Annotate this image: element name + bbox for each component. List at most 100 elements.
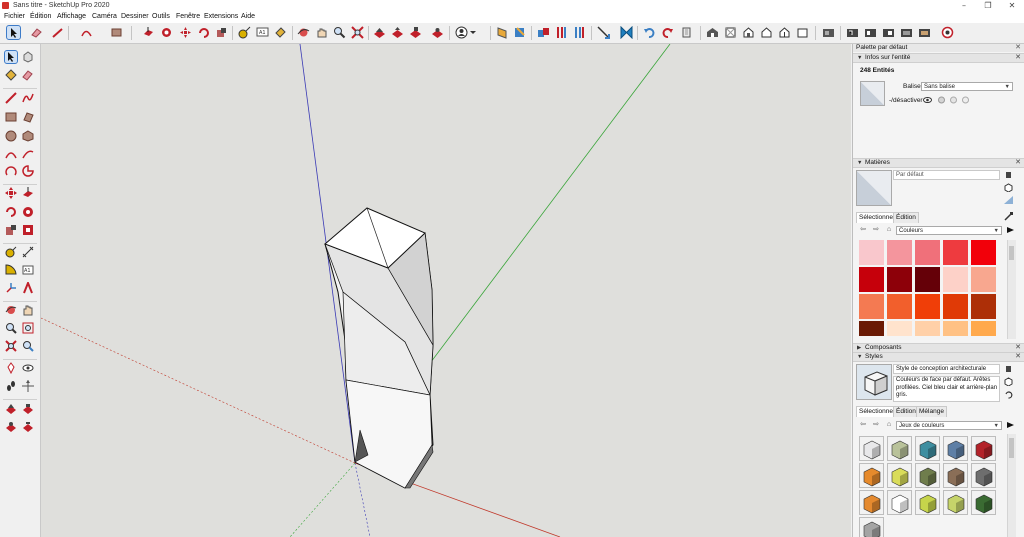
back-arrow-icon[interactable]: ⇦ xyxy=(859,421,867,429)
follow-me-icon[interactable] xyxy=(160,26,173,39)
display-secondary-icon[interactable] xyxy=(1004,365,1013,373)
material-swatch[interactable] xyxy=(887,321,912,336)
freehand-tool-icon[interactable] xyxy=(22,92,34,104)
create-style-icon[interactable] xyxy=(1004,377,1013,387)
iso-view-icon[interactable] xyxy=(706,26,719,39)
create-material-icon[interactable] xyxy=(1004,183,1013,193)
material-swatch[interactable] xyxy=(971,294,996,319)
material-swatch[interactable] xyxy=(915,321,940,336)
right-view-icon[interactable] xyxy=(760,26,773,39)
materials-tab-edit[interactable]: Édition xyxy=(893,212,919,223)
line-tool-icon[interactable] xyxy=(5,92,17,104)
follow-me-icon[interactable] xyxy=(22,206,34,218)
home-icon[interactable]: ⌂ xyxy=(885,226,893,234)
section-plane-icon[interactable] xyxy=(22,380,34,392)
zoom-window-icon[interactable] xyxy=(22,322,34,334)
two-point-arc-icon[interactable] xyxy=(22,148,34,160)
push-pull-icon[interactable] xyxy=(142,26,155,39)
text-tool-icon[interactable]: A1 xyxy=(256,26,269,39)
material-swatch[interactable] xyxy=(859,321,884,336)
style-tile[interactable] xyxy=(859,490,884,515)
details-arrow-icon[interactable] xyxy=(1006,421,1015,429)
extension-warehouse-icon[interactable] xyxy=(5,421,17,433)
eraser-icon[interactable] xyxy=(30,26,43,39)
default-paint-icon[interactable] xyxy=(1004,196,1013,204)
make-component-icon[interactable] xyxy=(22,51,34,63)
material-swatch[interactable] xyxy=(859,267,884,292)
material-swatch[interactable] xyxy=(859,294,884,319)
display-section-planes-icon[interactable] xyxy=(513,26,526,39)
menu-fichier[interactable]: Fichier xyxy=(4,13,25,20)
receive-shadows-icon[interactable] xyxy=(949,96,958,104)
paint-bucket-icon[interactable] xyxy=(5,69,17,81)
close-icon[interactable]: ✕ xyxy=(1015,159,1021,167)
orbit-tool-icon[interactable] xyxy=(5,304,17,316)
style-tile[interactable] xyxy=(971,490,996,515)
material-swatch[interactable] xyxy=(915,267,940,292)
home-icon[interactable]: ⌂ xyxy=(885,421,893,429)
tag-select[interactable]: Sans balise ▼ xyxy=(921,82,1013,91)
material-swatch[interactable] xyxy=(943,294,968,319)
extension-manager-icon[interactable] xyxy=(22,421,34,433)
menu-outils[interactable]: Outils xyxy=(152,13,170,20)
scale-tool-icon[interactable] xyxy=(5,224,17,236)
style-tile[interactable] xyxy=(859,463,884,488)
arc-tool-icon[interactable] xyxy=(80,26,93,39)
material-swatch[interactable] xyxy=(943,240,968,265)
undo-icon[interactable] xyxy=(643,26,656,39)
zoom-extents-icon[interactable] xyxy=(351,26,364,39)
style-tile[interactable] xyxy=(887,436,912,461)
solid-tools-icon[interactable] xyxy=(537,26,550,39)
intersect-faces-icon[interactable] xyxy=(620,25,633,40)
twisted-column-model[interactable] xyxy=(324,207,434,489)
scale-tool-icon[interactable] xyxy=(215,26,228,39)
cast-shadows-icon[interactable] xyxy=(937,96,946,104)
push-pull-icon[interactable] xyxy=(22,187,34,199)
style-name-field[interactable]: Style de conception architecturale xyxy=(893,364,1000,374)
style-tile[interactable] xyxy=(915,436,940,461)
style-tile[interactable] xyxy=(915,490,940,515)
material-swatch[interactable] xyxy=(915,240,940,265)
3d-warehouse-icon[interactable] xyxy=(5,403,17,415)
menu-fenetre[interactable]: Fenêtre xyxy=(176,13,200,20)
eye-icon[interactable] xyxy=(923,96,932,104)
3d-warehouse-icon[interactable] xyxy=(373,26,386,39)
previous-view-icon[interactable] xyxy=(22,340,34,352)
section-plane-icon[interactable] xyxy=(495,26,508,39)
rectangle-tool-icon[interactable] xyxy=(5,111,17,123)
drawing-viewport[interactable] xyxy=(41,44,851,537)
arc-tool-icon[interactable] xyxy=(5,148,17,160)
material-swatch[interactable] xyxy=(971,240,996,265)
rotated-rectangle-icon[interactable] xyxy=(22,111,34,123)
styles-scrollbar[interactable] xyxy=(1007,434,1016,537)
close-icon[interactable]: ✕ xyxy=(1000,0,1024,12)
material-library-select[interactable]: Couleurs ▼ xyxy=(896,226,1002,235)
menu-affichage[interactable]: Affichage xyxy=(57,13,86,20)
circle-tool-icon[interactable] xyxy=(5,130,17,142)
material-swatch[interactable] xyxy=(887,294,912,319)
display-secondary-icon[interactable] xyxy=(1004,171,1013,179)
style-description-field[interactable]: Couleurs de face par défaut. Arêtes prof… xyxy=(893,376,1000,402)
styles-header[interactable]: ▼ Styles ✕ xyxy=(853,352,1024,362)
menu-aide[interactable]: Aide xyxy=(241,13,255,20)
close-icon[interactable]: ✕ xyxy=(1015,353,1021,361)
material-swatch[interactable] xyxy=(943,267,968,292)
menu-dessiner[interactable]: Dessiner xyxy=(121,13,149,20)
rotate-tool-icon[interactable] xyxy=(197,26,210,39)
pie-tool-icon[interactable] xyxy=(22,165,34,177)
flip-red-icon[interactable] xyxy=(555,26,568,39)
update-style-icon[interactable] xyxy=(1004,390,1013,399)
material-name-field[interactable]: Par défaut xyxy=(893,170,1000,180)
zoom-tool-icon[interactable] xyxy=(5,322,17,334)
details-arrow-icon[interactable] xyxy=(1006,226,1015,234)
back-edges-style-icon[interactable] xyxy=(846,26,859,39)
back-arrow-icon[interactable]: ⇦ xyxy=(859,226,867,234)
left-view-icon[interactable] xyxy=(796,26,809,39)
erase-stray-icon[interactable] xyxy=(680,26,693,39)
styles-tab-mix[interactable]: Mélange xyxy=(916,406,947,417)
text-tool-icon[interactable]: A1 xyxy=(22,264,34,276)
shadows-toggle-icon[interactable] xyxy=(961,96,970,104)
materials-scrollbar[interactable] xyxy=(1007,240,1016,339)
move-tool-icon[interactable] xyxy=(5,187,17,199)
eraser-icon[interactable] xyxy=(22,69,34,81)
